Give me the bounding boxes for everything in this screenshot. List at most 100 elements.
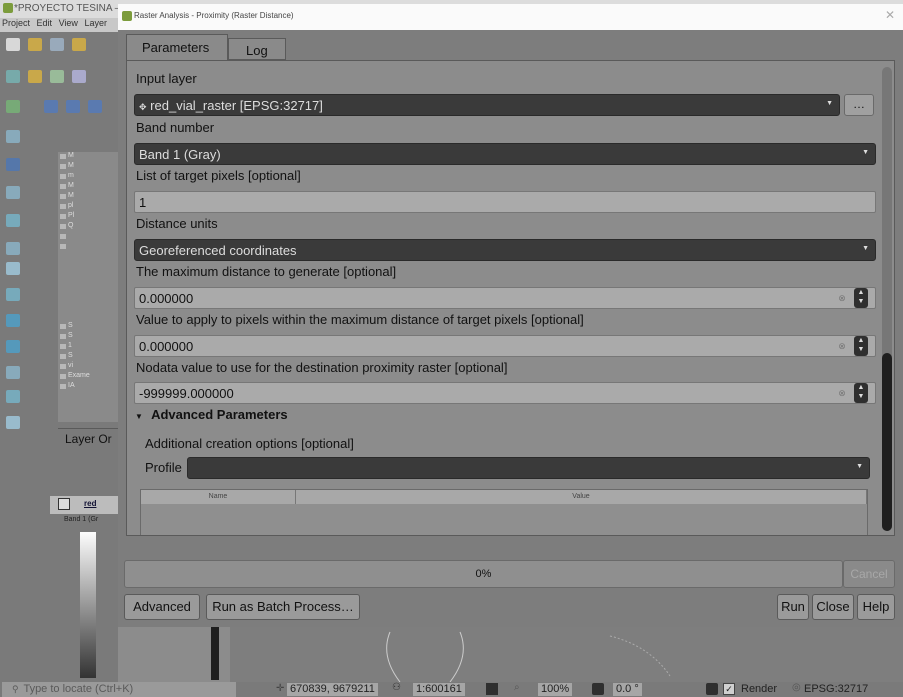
rotation-spin-icon[interactable]	[706, 683, 718, 695]
add-raster-layer-icon[interactable]	[28, 70, 42, 83]
batch-process-button[interactable]: Run as Batch Process…	[206, 594, 360, 620]
menu-project[interactable]: Project	[2, 18, 30, 28]
map-canvas[interactable]	[230, 626, 903, 683]
html-icon[interactable]	[88, 100, 102, 113]
creation-options-table[interactable]: Name Value	[140, 489, 868, 535]
tree-item[interactable]: Pl	[58, 212, 118, 222]
browse-button[interactable]: …	[844, 94, 874, 116]
layer-tool-icon-9[interactable]	[6, 340, 20, 353]
checkbox-icon[interactable]	[58, 498, 70, 510]
rotation-field[interactable]: 0.0 °	[613, 683, 642, 696]
layer-tool-icon-1[interactable]	[6, 130, 20, 143]
tree-item[interactable]: 1	[58, 342, 118, 352]
magnifier-spin-icon[interactable]	[592, 683, 604, 695]
scale-field[interactable]: 1:600161	[413, 683, 465, 696]
dialog-titlebar: Raster Analysis - Proximity (Raster Dist…	[118, 4, 903, 30]
menu-view[interactable]: View	[59, 18, 78, 28]
layer-order-tab[interactable]: Layer Or	[58, 428, 120, 448]
layer-tool-icon-5[interactable]	[6, 242, 20, 255]
distance-units-combo[interactable]: Georeferenced coordinates ▼	[134, 239, 876, 261]
open-project-icon[interactable]	[28, 38, 42, 51]
layer-tool-icon-7[interactable]	[6, 288, 20, 301]
menu-layer[interactable]: Layer	[84, 18, 107, 28]
scale-dropdown-icon[interactable]	[486, 683, 498, 695]
coordinate-field[interactable]: 670839, 9679211	[287, 683, 378, 696]
target-pixels-input[interactable]: 1	[134, 191, 876, 213]
spin-updown-icon[interactable]: ▲ ▼	[854, 383, 868, 403]
nodata-input[interactable]: -999999.000000	[134, 382, 876, 404]
tree-item[interactable]: m	[58, 172, 118, 182]
tree-item[interactable]: vi	[58, 362, 118, 372]
tree-item[interactable]: S	[58, 352, 118, 362]
advanced-parameters-toggle[interactable]: ▼ Advanced Parameters	[135, 407, 288, 422]
save-as-icon[interactable]	[72, 38, 86, 51]
band-number-combo[interactable]: Band 1 (Gray) ▼	[134, 143, 876, 165]
layer-tool-icon-11[interactable]	[6, 390, 20, 403]
tree-item[interactable]: M	[58, 162, 118, 172]
tree-item[interactable]: S	[58, 332, 118, 342]
crs-button[interactable]: EPSG:32717	[804, 683, 868, 695]
clear-icon[interactable]: ⊗	[835, 339, 849, 353]
layer-tool-icon-3[interactable]	[6, 186, 20, 199]
close-icon[interactable]: ✕	[885, 8, 895, 22]
plugin-icon[interactable]	[6, 100, 20, 113]
replace-value-input[interactable]: 0.000000	[134, 335, 876, 357]
magnifier-field[interactable]: 100%	[538, 683, 573, 696]
clear-icon[interactable]: ⊗	[835, 386, 849, 400]
save-project-icon[interactable]	[50, 38, 64, 51]
search-icon: ⚲	[12, 684, 19, 694]
column-header-value[interactable]: Value	[296, 490, 867, 504]
qgis-logo-icon	[3, 3, 13, 13]
tree-item[interactable]: Q	[58, 222, 118, 232]
spin-updown-icon[interactable]: ▲ ▼	[854, 288, 868, 308]
main-menubar: Project Edit View Layer	[0, 18, 118, 32]
layer-tool-icon-8[interactable]	[6, 314, 20, 327]
kmz-icon[interactable]	[66, 100, 80, 113]
input-layer-combo[interactable]: ✥ red_vial_raster [EPSG:32717] ▼	[134, 94, 840, 116]
add-vector-layer-icon[interactable]	[6, 70, 20, 83]
tab-log[interactable]: Log	[228, 38, 286, 60]
nodata-label: Nodata value to use for the destination …	[136, 360, 508, 375]
panel-scrollbar-thumb[interactable]	[882, 353, 892, 531]
tree-item[interactable]	[58, 232, 118, 242]
clear-icon[interactable]: ⊗	[835, 291, 849, 305]
add-wfs-icon[interactable]	[50, 70, 64, 83]
qgis-logo-icon	[122, 11, 132, 21]
magnifier-icon: ⌕	[514, 682, 520, 693]
render-checkbox[interactable]: ✓	[723, 683, 735, 695]
layer-tool-icon-2[interactable]	[6, 158, 20, 171]
column-header-name[interactable]: Name	[141, 490, 296, 504]
menu-edit[interactable]: Edit	[37, 18, 53, 28]
tree-item[interactable]: pl	[58, 202, 118, 212]
layer-tool-icon-4[interactable]	[6, 214, 20, 227]
layer-tool-icon-10[interactable]	[6, 366, 20, 379]
tree-item[interactable]: M	[58, 152, 118, 162]
cancel-button[interactable]: Cancel	[843, 560, 895, 588]
max-distance-input[interactable]: 0.000000	[134, 287, 876, 309]
layer-tool-icon-6[interactable]	[6, 262, 20, 275]
input-layer-value: red_vial_raster [EPSG:32717]	[150, 98, 323, 113]
lock-icon[interactable]: ⚇	[392, 682, 401, 693]
layer-tool-icon-12[interactable]	[6, 416, 20, 429]
tree-item[interactable]	[58, 242, 118, 252]
layer-entry[interactable]: red	[50, 496, 118, 514]
tree-item[interactable]: S	[58, 322, 118, 332]
tree-item[interactable]: M	[58, 182, 118, 192]
tree-item[interactable]: Exame	[58, 372, 118, 382]
close-button[interactable]: Close	[812, 594, 854, 620]
chevron-down-icon: ▼	[856, 463, 863, 470]
advanced-parameters-label: Advanced Parameters	[151, 407, 288, 422]
tree-item[interactable]: IA	[58, 382, 118, 392]
digitize-icon[interactable]	[72, 70, 86, 83]
spin-updown-icon[interactable]: ▲ ▼	[854, 336, 868, 356]
profile-combo[interactable]: ▼	[187, 457, 870, 479]
kml-icon[interactable]	[44, 100, 58, 113]
chevron-down-icon: ▼	[862, 245, 869, 252]
locator-input[interactable]: ⚲ Type to locate (Ctrl+K)	[2, 682, 236, 697]
new-project-icon[interactable]	[6, 38, 20, 51]
help-button[interactable]: Help	[857, 594, 895, 620]
run-button[interactable]: Run	[777, 594, 809, 620]
advanced-button[interactable]: Advanced	[124, 594, 200, 620]
tree-item[interactable]: M	[58, 192, 118, 202]
tab-parameters[interactable]: Parameters	[126, 34, 228, 60]
